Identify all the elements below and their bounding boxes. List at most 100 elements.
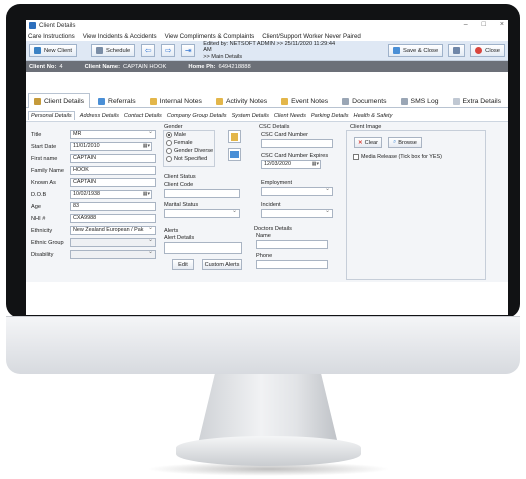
gender-male-radio[interactable]: Male [166, 132, 186, 138]
first-name-field[interactable]: CAPTAIN [70, 154, 156, 163]
tab-extra-details[interactable]: Extra Details [447, 94, 508, 107]
edit-alerts-button[interactable]: Edit [172, 259, 194, 270]
doctor-phone-field[interactable] [256, 260, 328, 269]
alerts-label: Alerts [164, 228, 179, 234]
dob-field[interactable]: 10/02/1938 [70, 190, 152, 199]
clear-image-button[interactable]: ✕ Clear [354, 137, 382, 148]
monitor: Client Details – □ × Care Instructions V… [6, 4, 520, 476]
nhi-field[interactable]: CXA9988 [70, 214, 156, 223]
menu-care-instructions[interactable]: Care Instructions [28, 33, 75, 40]
csc-expires-label: CSC Card Number Expires [261, 153, 329, 159]
client-status-label: Client Status [164, 174, 196, 180]
custom-alerts-button[interactable]: Custom Alerts [202, 259, 242, 270]
disability-select[interactable] [70, 250, 156, 259]
ethnic-group-select[interactable] [70, 238, 156, 247]
tab-referrals[interactable]: Referrals [92, 94, 142, 107]
client-code-field[interactable] [164, 189, 240, 198]
subtab-client-needs[interactable]: Client Needs [274, 113, 306, 119]
close-icon [475, 47, 483, 54]
title-label: Title [31, 132, 42, 138]
doctor-name-field[interactable] [256, 240, 328, 249]
id-card-button[interactable] [228, 148, 241, 161]
subtab-address-details[interactable]: Address Details [80, 113, 119, 119]
new-client-icon [34, 47, 41, 54]
client-details-icon [34, 97, 41, 105]
last-record-button[interactable]: ⇥ [181, 44, 196, 57]
new-client-button[interactable]: New Client [29, 44, 78, 57]
csc-number-label: CSC Card Number [261, 132, 308, 138]
home-ph-value: 6494218888 [218, 63, 251, 70]
tab-sms-log[interactable]: SMS Log [395, 94, 445, 107]
tab-documents[interactable]: Documents [336, 94, 392, 107]
main-tabs: Client Details Referrals Internal Notes … [26, 92, 508, 108]
gender-female-radio[interactable]: Female [166, 140, 193, 146]
doctors-details-label: Doctors Details [254, 226, 292, 232]
ethnicity-label: Ethnicity [31, 228, 53, 234]
menu-view-incidents[interactable]: View Incidents & Accidents [83, 33, 157, 40]
browse-image-button[interactable]: ⌕ Browse [388, 137, 422, 148]
alert-details-field[interactable] [164, 242, 242, 254]
subtab-contact-details[interactable]: Contact Details [124, 113, 162, 119]
subtab-system-details[interactable]: System Details [232, 113, 269, 119]
nhi-label: NHI # [31, 216, 46, 222]
subtab-health-safety[interactable]: Health & Safety [354, 113, 393, 119]
previous-record-button[interactable]: ⇦ [141, 44, 156, 57]
age-field[interactable]: 83 [70, 202, 156, 211]
menu-view-compliments[interactable]: View Compliments & Complaints [165, 33, 255, 40]
media-release-checkbox[interactable]: Media Release (Tick box for YES) [353, 154, 442, 160]
known-as-field[interactable]: CAPTAIN [70, 178, 156, 187]
menu-never-paired[interactable]: Client/Support Worker Never Paired [262, 33, 361, 40]
tab-internal-notes[interactable]: Internal Notes [144, 94, 208, 107]
marital-status-label: Marital Status [164, 202, 199, 208]
close-button[interactable]: Close [470, 44, 505, 57]
marital-status-select[interactable] [164, 209, 240, 218]
tab-client-details[interactable]: Client Details [28, 93, 91, 108]
arrow-end-icon: ⇥ [184, 46, 192, 55]
window-titlebar: Client Details – □ × [26, 20, 508, 31]
maximize-button[interactable]: □ [482, 21, 486, 28]
subtab-personal-details[interactable]: Personal Details [28, 111, 75, 120]
client-name-value: CAPTAIN HOOK [123, 63, 167, 70]
start-date-field[interactable]: 11/01/2010 [70, 142, 152, 151]
family-name-label: Family Name [31, 168, 64, 174]
client-no-value: 4 [59, 63, 63, 70]
start-date-label: Start Date [31, 144, 57, 150]
doctor-phone-label: Phone [256, 253, 273, 259]
save-button[interactable] [448, 44, 466, 57]
csc-expires-field[interactable]: 12/03/2020 [261, 160, 321, 169]
app-icon [29, 22, 36, 29]
subtab-parking-details[interactable]: Parking Details [311, 113, 349, 119]
title-select[interactable]: MR [70, 130, 156, 139]
ethnicity-select[interactable]: New Zealand European / Pak [70, 226, 156, 235]
incident-select[interactable] [261, 209, 333, 218]
notes-icon [231, 132, 238, 141]
sms-log-icon [400, 97, 408, 105]
minimize-button[interactable]: – [464, 21, 468, 28]
gender-not-specified-radio[interactable]: Not Specified [166, 156, 207, 162]
tab-event-notes[interactable]: Event Notes [275, 94, 334, 107]
client-image-group [346, 130, 486, 280]
family-name-field[interactable]: HOOK [70, 166, 156, 175]
schedule-button[interactable]: Schedule [91, 44, 136, 57]
notes-button[interactable] [228, 130, 241, 143]
tab-activity-notes[interactable]: Activity Notes [210, 94, 273, 107]
employment-select[interactable] [261, 187, 333, 196]
id-card-icon [230, 151, 239, 158]
subtab-company-group-details[interactable]: Company Group Details [167, 113, 227, 119]
arrow-left-icon: ⇦ [144, 46, 152, 55]
next-record-button[interactable]: ⇨ [161, 44, 176, 57]
activity-notes-icon [215, 97, 223, 105]
alert-details-label: Alert Details [164, 235, 195, 241]
csc-number-field[interactable] [261, 139, 333, 148]
menu-bar: Care Instructions View Incidents & Accid… [26, 31, 508, 41]
csc-details-label: CSC Details [259, 124, 290, 130]
age-label: Age [31, 204, 41, 210]
close-window-button[interactable]: × [500, 21, 504, 28]
known-as-label: Known As [31, 180, 56, 186]
save-close-button[interactable]: Save & Close [388, 44, 444, 57]
dob-label: D.O.B [31, 192, 47, 198]
documents-icon [342, 97, 350, 105]
gender-diverse-radio[interactable]: Gender Diverse [166, 148, 213, 154]
screen: Client Details – □ × Care Instructions V… [26, 20, 508, 315]
toolbar: New Client Schedule ⇦ ⇨ ⇥ Edited by: NET… [26, 41, 508, 61]
